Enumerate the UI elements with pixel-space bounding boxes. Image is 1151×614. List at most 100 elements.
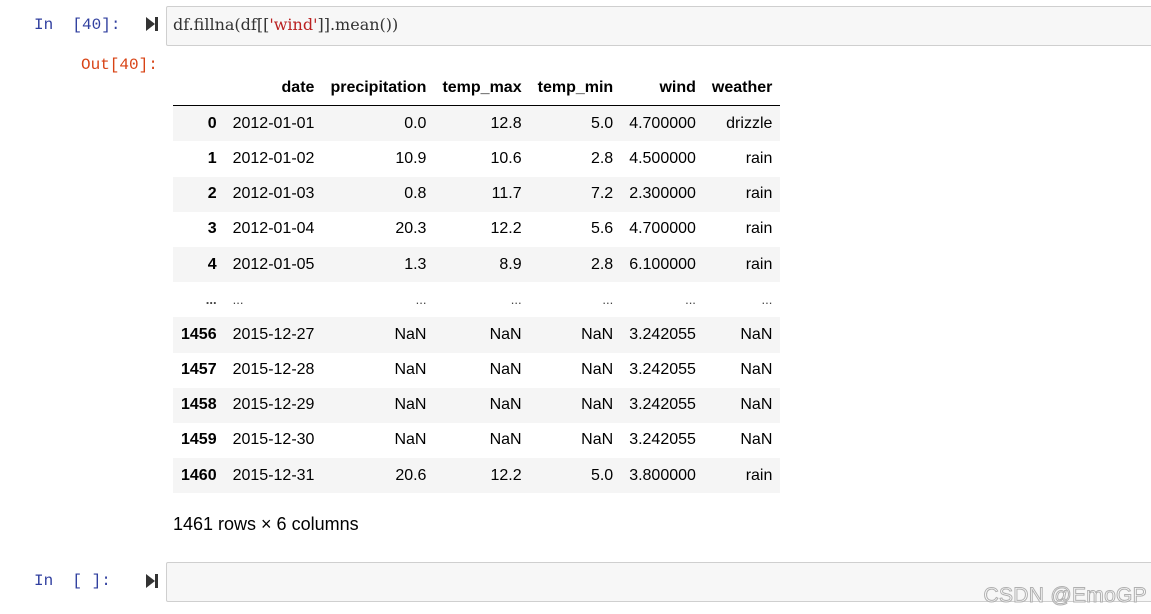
table-header-row: date precipitation temp_max temp_min wind wea… <box>173 70 781 107</box>
cell-weather: NaN <box>740 361 773 379</box>
cell-wind: 3.242055 <box>629 431 696 449</box>
cell-date: ... <box>232 292 244 308</box>
cell-precipitation: 20.6 <box>395 466 427 484</box>
cell-temp-min: 2.8 <box>590 255 614 273</box>
cell-temp-min: NaN <box>581 431 614 449</box>
cell-precipitation: 10.9 <box>395 149 427 167</box>
cell-date: 2015-12-27 <box>232 325 315 343</box>
header-temp-max: temp_max <box>434 70 530 107</box>
cell-temp-max: 10.6 <box>490 149 522 167</box>
cell-weather: rain <box>745 185 773 203</box>
cell-weather: NaN <box>740 396 773 414</box>
cell-precipitation: 0.0 <box>404 114 427 132</box>
cell-weather: rain <box>745 255 773 273</box>
cell-temp-max: ... <box>510 292 522 308</box>
cell-temp-min: 7.2 <box>590 185 614 203</box>
cell-weather: rain <box>745 220 773 238</box>
cell-temp-min: NaN <box>581 361 614 379</box>
row-index: 1 <box>207 149 217 167</box>
cell-wind: 3.242055 <box>629 396 696 414</box>
cell-date: 2015-12-29 <box>232 396 315 414</box>
table-row: 1458 2015-12-29 NaN NaN NaN 3.242055 NaN <box>173 387 781 423</box>
cell-weather: rain <box>745 149 773 167</box>
cell-wind: ... <box>685 292 696 308</box>
cell-precipitation: NaN <box>394 361 427 379</box>
cell-temp-min: NaN <box>581 325 614 343</box>
row-index: ... <box>205 292 217 308</box>
cell-date: 2015-12-31 <box>232 466 315 484</box>
code-editor[interactable]: df.fillna(df[['wind']].mean()) <box>166 6 1151 46</box>
cell-wind: 2.300000 <box>629 185 696 203</box>
cell-precipitation: NaN <box>394 396 427 414</box>
row-index: 0 <box>207 114 217 132</box>
input-prompt: In [ ]: <box>34 572 111 590</box>
cell-date: 2015-12-28 <box>232 361 315 379</box>
code-line: df.fillna(df[['wind']].mean()) <box>173 15 398 34</box>
cell-wind: 4.700000 <box>629 114 696 132</box>
table-row: 2 2012-01-03 0.8 11.7 7.2 2.300000 rain <box>173 176 781 212</box>
row-index: 1460 <box>181 466 217 484</box>
row-count-label: 1461 rows × 6 columns <box>173 514 359 534</box>
row-index: 1458 <box>181 396 217 414</box>
cell-temp-max: 12.2 <box>490 220 522 238</box>
table-row: 1456 2015-12-27 NaN NaN NaN 3.242055 NaN <box>173 317 781 353</box>
cell-wind: 6.100000 <box>629 255 696 273</box>
cell-temp-max: 12.8 <box>490 114 522 132</box>
code-prefix: df.fillna(df[[ <box>173 15 270 34</box>
notebook-page: In [40]: df.fillna(df[['wind']].mean()) … <box>0 0 1151 614</box>
cell-wind: 4.500000 <box>629 149 696 167</box>
cell-weather: NaN <box>740 431 773 449</box>
header-wind: wind <box>621 70 704 107</box>
table-row: 4 2012-01-05 1.3 8.9 2.8 6.100000 rain <box>173 246 781 283</box>
input-prompt: In [40]: <box>34 16 121 34</box>
cell-wind: 3.242055 <box>629 325 696 343</box>
row-index: 1456 <box>181 325 217 343</box>
cell-wind: 3.242055 <box>629 361 696 379</box>
header-date: date <box>224 70 323 107</box>
cell-temp-max: 12.2 <box>490 466 522 484</box>
row-index: 4 <box>207 255 217 273</box>
cell-temp-max: NaN <box>489 361 522 379</box>
cell-temp-min: ... <box>602 292 614 308</box>
cell-precipitation: NaN <box>394 325 427 343</box>
cell-weather: ... <box>761 292 773 308</box>
cell-wind: 4.700000 <box>629 220 696 238</box>
header-temp-min: temp_min <box>529 70 622 107</box>
cell-date: 2012-01-05 <box>232 255 315 273</box>
table-row: 1457 2015-12-28 NaN NaN NaN 3.242055 NaN <box>173 352 781 388</box>
cell-weather: drizzle <box>726 114 773 132</box>
row-index: 1457 <box>181 361 217 379</box>
table-row: 1460 2015-12-31 20.6 12.2 5.0 3.800000 rain <box>173 458 781 494</box>
run-step-icon[interactable] <box>145 16 159 32</box>
cell-precipitation: NaN <box>394 431 427 449</box>
cell-temp-max: NaN <box>489 325 522 343</box>
cell-temp-min: NaN <box>581 396 614 414</box>
table-row: 3 2012-01-04 20.3 12.2 5.6 4.700000 rain <box>173 211 781 247</box>
output-prompt: Out[40]: <box>81 56 158 74</box>
cell-precipitation: 0.8 <box>404 185 427 203</box>
header-weather: weather <box>703 70 781 107</box>
code-suffix: ]].mean()) <box>317 15 399 34</box>
cell-weather: rain <box>745 466 773 484</box>
table-row: 1459 2015-12-30 NaN NaN NaN 3.242055 NaN <box>173 422 781 459</box>
row-index: 3 <box>207 220 217 238</box>
cell-date: 2012-01-02 <box>232 149 315 167</box>
header-index <box>173 70 225 107</box>
row-index: 2 <box>207 185 217 203</box>
cell-temp-min: 5.6 <box>590 220 614 238</box>
run-step-icon[interactable] <box>145 573 159 589</box>
cell-date: 2012-01-04 <box>232 220 315 238</box>
table-row: 0 2012-01-01 0.0 12.8 5.0 4.700000 drizzle <box>173 105 781 142</box>
cell-precipitation: 1.3 <box>404 255 427 273</box>
cell-weather: NaN <box>740 325 773 343</box>
cell-date: 2012-01-03 <box>232 185 315 203</box>
header-precipitation: precipitation <box>322 70 435 107</box>
cell-date: 2012-01-01 <box>232 114 315 132</box>
cell-temp-min: 2.8 <box>590 149 614 167</box>
cell-date: 2015-12-30 <box>232 431 315 449</box>
cell-precipitation: 20.3 <box>395 220 427 238</box>
cell-precipitation: ... <box>415 292 427 308</box>
cell-temp-max: 11.7 <box>491 185 522 203</box>
table-row: 1 2012-01-02 10.9 10.6 2.8 4.500000 rain <box>173 141 781 177</box>
cell-temp-min: 5.0 <box>590 466 614 484</box>
